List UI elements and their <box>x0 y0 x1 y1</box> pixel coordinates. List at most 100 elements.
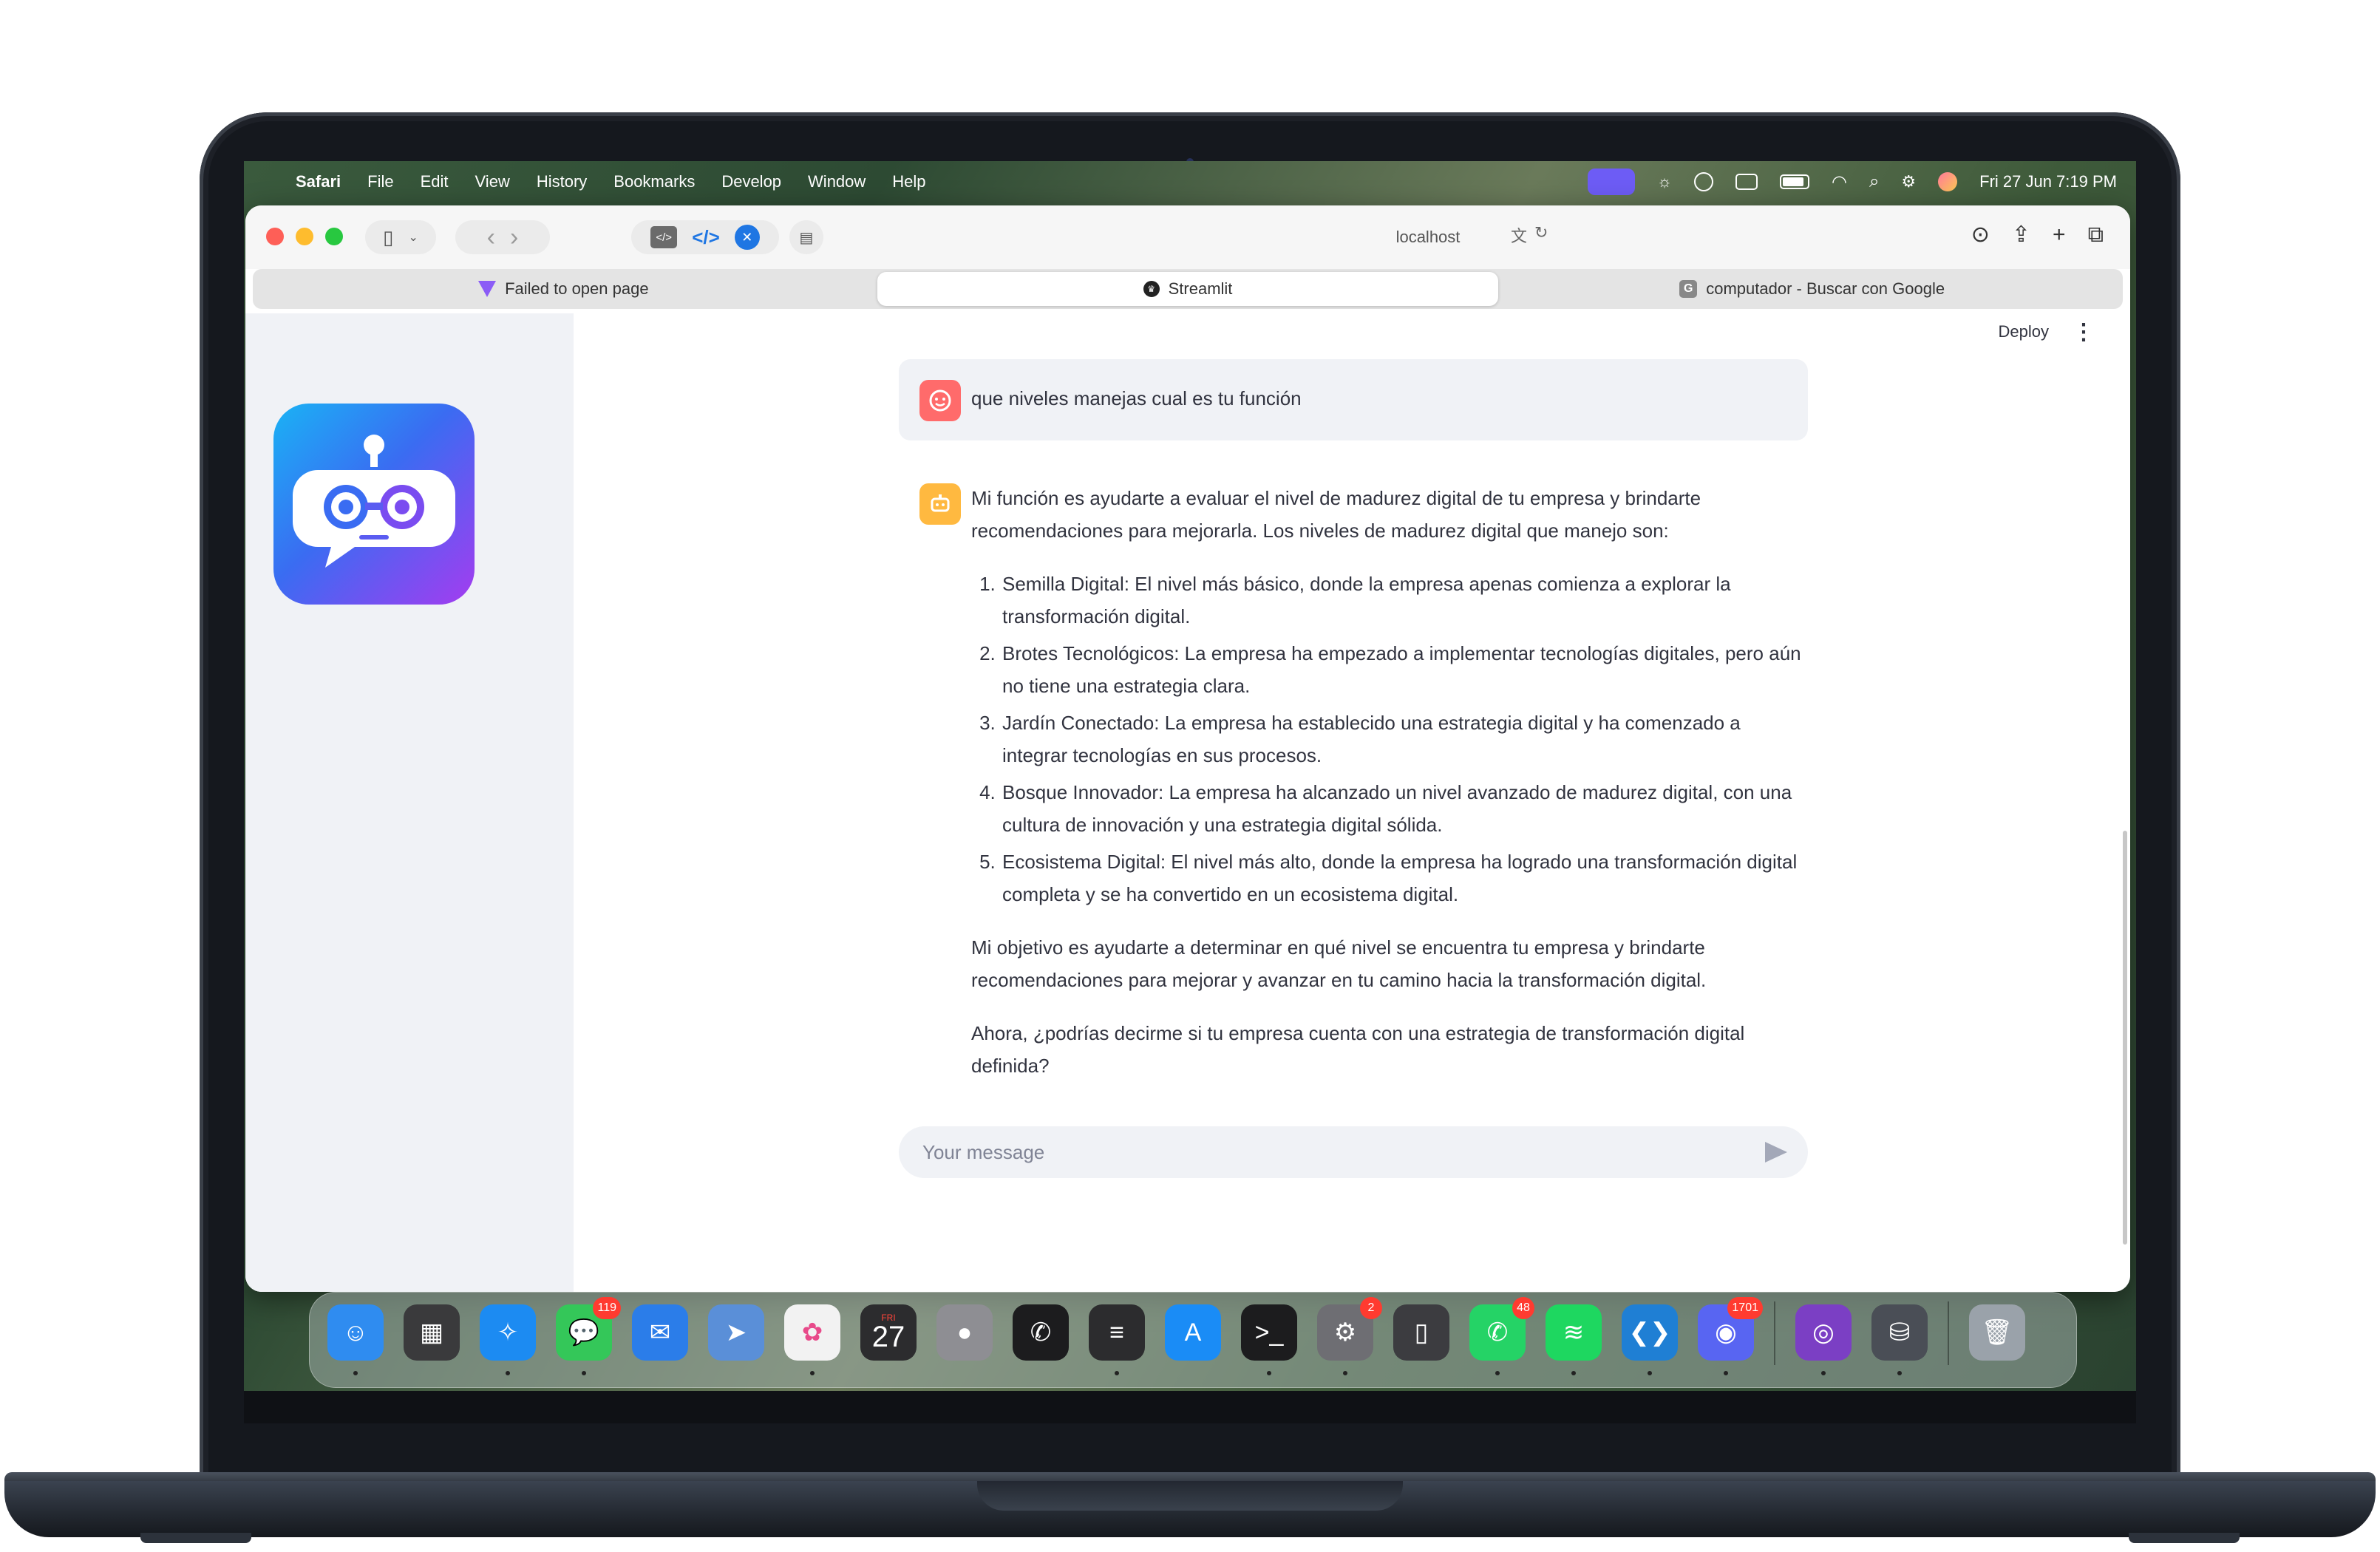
streamlit-icon: ♛ <box>1143 281 1160 297</box>
html-extension-icon[interactable]: </> <box>650 226 678 248</box>
share-icon[interactable]: ⇪ <box>2012 222 2030 248</box>
sidebar-toggle-button[interactable]: ▯ ⌄ <box>365 220 436 254</box>
contacts-icon[interactable]: ● <box>936 1304 993 1361</box>
vscode-icon[interactable]: ❮❯ <box>1622 1304 1678 1375</box>
app-menu[interactable]: Safari <box>296 172 341 191</box>
battery-icon[interactable] <box>1779 174 1809 189</box>
reader-icon: ▤ <box>799 229 814 246</box>
tab-failed-page[interactable]: Failed to open page <box>253 269 874 309</box>
menu-edit[interactable]: Edit <box>421 172 449 191</box>
forward-button[interactable]: › <box>510 223 518 252</box>
running-indicator <box>1267 1371 1271 1375</box>
finder-icon[interactable]: ☺ <box>327 1304 384 1375</box>
sidebar-icon: ▯ <box>383 225 394 248</box>
dock-glyph: ⚙ <box>1333 1318 1357 1347</box>
menu-clock[interactable]: Fri 27 Jun 7:19 PM <box>1979 172 2117 191</box>
terminal-icon[interactable]: >_ <box>1241 1304 1297 1375</box>
control-center-icon[interactable]: ⚙ <box>1901 172 1916 191</box>
new-tab-icon[interactable]: + <box>2053 222 2066 248</box>
streamlit-page: Deploy ⋮ que niveles manejas cual es tu … <box>245 313 2130 1292</box>
tab-title: Streamlit <box>1168 279 1233 298</box>
wifi-icon[interactable]: ◠ <box>1832 171 1847 193</box>
dock-glyph: ⛁ <box>1888 1318 1911 1347</box>
running-indicator <box>506 1371 510 1375</box>
messages-icon[interactable]: 💬 119 <box>556 1297 621 1375</box>
app-store-icon[interactable]: A <box>1165 1304 1221 1361</box>
iphone-mirroring-icon[interactable]: ▯ <box>1393 1304 1449 1361</box>
xcode-extension-icon[interactable]: ✕ <box>734 225 760 250</box>
address-bar[interactable]: localhost <box>1021 220 1835 254</box>
list-item: Jardín Conectado: La empresa ha establec… <box>1001 707 1806 772</box>
close-window-button[interactable] <box>266 228 284 245</box>
main-menu-icon[interactable]: ⋮ <box>2073 319 2095 345</box>
assistant-intro: Mi función es ayudarte a evaluar el nive… <box>971 487 1701 542</box>
tab-streamlit[interactable]: ♛ Streamlit <box>877 272 1499 306</box>
db-app-icon[interactable]: ⛁ <box>1871 1304 1928 1375</box>
user-chat-message: que niveles manejas cual es tu función <box>899 359 1808 440</box>
back-button[interactable]: ‹ <box>487 223 495 252</box>
tab-overview-button[interactable]: ▤ <box>789 220 823 254</box>
github-desktop-icon[interactable]: ◎ <box>1795 1304 1852 1375</box>
dock-glyph: ☺ <box>342 1318 369 1347</box>
launchpad-icon[interactable]: ▦ <box>404 1304 460 1361</box>
calendar-icon[interactable]: FRI 27 <box>860 1304 917 1361</box>
menu-window[interactable]: Window <box>808 172 866 191</box>
maps-icon[interactable]: ➤ <box>708 1304 764 1361</box>
assistant-chat-message: Mi función es ayudarte a evaluar el nive… <box>899 461 1808 1082</box>
dock-glyph: ✉ <box>649 1318 671 1347</box>
menu-develop[interactable]: Develop <box>721 172 781 191</box>
whatsapp-icon[interactable]: ✆ 48 <box>1469 1297 1534 1375</box>
notes-icon[interactable]: ≡ <box>1089 1304 1145 1375</box>
deploy-button[interactable]: Deploy <box>1999 322 2049 341</box>
running-indicator <box>582 1371 586 1375</box>
menu-bar: Safari File Edit View History Bookmarks … <box>244 161 2136 202</box>
user-avatar-icon[interactable] <box>1938 172 1958 191</box>
dock-separator <box>1774 1301 1775 1365</box>
dock-glyph: ✆ <box>1030 1318 1052 1347</box>
discord-icon[interactable]: ◉ 1701 <box>1698 1297 1763 1375</box>
tab-bar: Failed to open page ♛ Streamlit G comput… <box>253 269 2123 309</box>
scrollbar[interactable] <box>2123 831 2127 1245</box>
trash-icon[interactable]: 🗑 <box>1969 1304 2025 1361</box>
notification-badge: 48 <box>1512 1297 1534 1319</box>
tab-google-search[interactable]: G computador - Buscar con Google <box>1501 269 2123 309</box>
dock-glyph: ❮❯ <box>1628 1318 1671 1347</box>
screen-sharing-icon[interactable] <box>1587 169 1635 195</box>
mail-icon[interactable]: ✉ <box>632 1304 688 1361</box>
brightness-icon[interactable]: ☼ <box>1657 172 1672 191</box>
photos-icon[interactable]: ✿ <box>784 1304 840 1375</box>
dock-glyph: ● <box>956 1318 973 1347</box>
list-item: Semilla Digital: El nivel más básico, do… <box>1001 568 1806 633</box>
menu-history[interactable]: History <box>537 172 587 191</box>
phone-icon[interactable]: ✆ <box>1013 1304 1069 1361</box>
assistant-message-body: Mi función es ayudarte a evaluar el nive… <box>971 482 1806 1103</box>
running-indicator <box>1821 1371 1826 1375</box>
dock-glyph: 💬 <box>568 1318 600 1347</box>
translate-icon[interactable]: 文 <box>1511 223 1527 247</box>
reload-icon[interactable]: ↻ <box>1534 223 1548 247</box>
tab-overview-icon[interactable]: ⧉ <box>2088 222 2104 248</box>
zoom-window-button[interactable] <box>325 228 343 245</box>
menu-bookmarks[interactable]: Bookmarks <box>613 172 695 191</box>
chat-message-input[interactable] <box>921 1140 1765 1165</box>
user-avatar-icon <box>919 380 961 421</box>
dock-separator <box>1948 1301 1949 1365</box>
safari-icon[interactable]: ✧ <box>480 1304 536 1375</box>
spotify-icon[interactable]: ≋ <box>1546 1304 1602 1375</box>
robot-avatar-icon <box>919 483 961 525</box>
send-icon[interactable] <box>1765 1142 1787 1163</box>
chevron-down-icon: ⌄ <box>408 231 418 244</box>
menu-file[interactable]: File <box>367 172 393 191</box>
play-icon[interactable] <box>1693 172 1713 191</box>
search-icon[interactable]: ⌕ <box>1869 171 1879 192</box>
system-settings-icon[interactable]: ⚙ 2 <box>1317 1297 1382 1375</box>
window-icon[interactable] <box>1735 174 1758 190</box>
menu-view[interactable]: View <box>475 172 510 191</box>
toolbar-right: ⊙ ⇪ + ⧉ <box>1971 222 2104 248</box>
dock: ☺ ▦ ✧ 💬 119 ✉ ➤ ✿ FRI 27 ● ✆ ≡ A >_ ⚙ 2 ▯ ✆ 48 ≋ ❮❯ ◉ 1701 ◎ ⛁ 🗑 <box>309 1292 2077 1388</box>
minimize-window-button[interactable] <box>296 228 313 245</box>
tab-title: computador - Buscar con Google <box>1706 279 1945 298</box>
downloads-icon[interactable]: ⊙ <box>1971 222 1990 248</box>
code-extension-icon[interactable]: </> <box>692 226 720 249</box>
menu-help[interactable]: Help <box>892 172 925 191</box>
